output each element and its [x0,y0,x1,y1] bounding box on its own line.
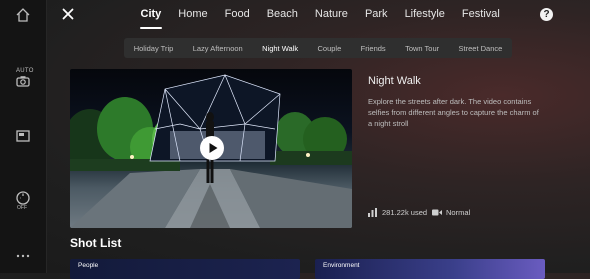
help-button[interactable]: ? [540,8,553,21]
timer-off-icon[interactable] [15,190,31,206]
play-icon [209,143,218,153]
close-button[interactable] [60,6,76,22]
subtab-street-dance[interactable]: Street Dance [459,44,503,53]
video-camera-icon [432,209,442,216]
camera-auto-icon[interactable] [15,73,31,89]
usage-count: 281.22k used [382,208,428,217]
template-description: Explore the streets after dark. The vide… [368,97,539,128]
play-button[interactable] [200,136,224,160]
bar-chart-icon [368,208,377,217]
subtab-lazy-afternoon[interactable]: Lazy Afternoon [193,44,243,53]
home-icon[interactable] [15,7,31,23]
template-title: Night Walk [368,75,421,87]
subtab-friends[interactable]: Friends [361,44,386,53]
tab-beach[interactable]: Beach [258,0,306,30]
tab-food[interactable]: Food [216,0,258,30]
subtab-couple[interactable]: Couple [318,44,342,53]
shot-card-people[interactable]: People [70,259,300,279]
subcategory-tabs: Holiday Trip Lazy Afternoon Night Walk C… [124,38,512,58]
tab-park[interactable]: Park [356,0,396,30]
tab-lifestyle[interactable]: Lifestyle [396,0,453,30]
off-label: OFF [17,205,27,211]
shot-list-title: Shot List [70,236,122,250]
shot-card-label: People [78,262,99,269]
usage-stat: 281.22k used [368,208,427,217]
category-tabs: City Home Food Beach Nature Park Lifesty… [132,0,508,30]
speed-label: Normal [446,208,471,217]
close-icon [62,8,74,20]
shot-card-environment[interactable]: Environment [315,259,545,279]
speed-stat: Normal [432,208,470,217]
side-rail: AUTO OFF [0,0,47,273]
tab-home[interactable]: Home [170,0,216,30]
tab-city[interactable]: City [132,0,170,30]
tab-nature[interactable]: Nature [306,0,356,30]
more-icon[interactable] [15,253,31,259]
subtab-town-tour[interactable]: Town Tour [405,44,439,53]
subtab-holiday-trip[interactable]: Holiday Trip [134,44,174,53]
shot-card-label: Environment [323,262,360,269]
tab-festival[interactable]: Festival [453,0,508,30]
subtab-night-walk[interactable]: Night Walk [262,44,298,53]
aspect-ratio-icon[interactable] [15,128,31,144]
